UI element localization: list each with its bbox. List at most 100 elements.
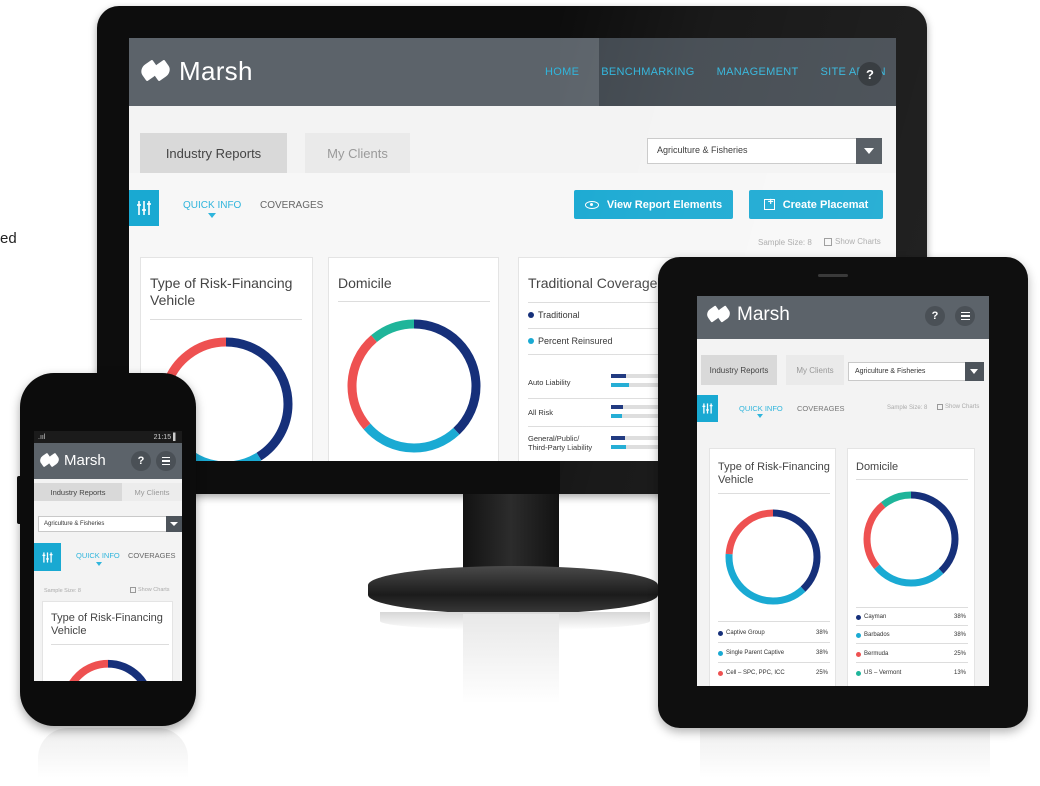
eye-icon [584,200,599,209]
chevron-down-icon [170,522,178,526]
legend-label: Single Parent Captive [726,650,785,656]
nav-management[interactable]: MANAGEMENT [717,66,799,78]
risk-vehicle-donut-chart [61,659,155,681]
risk-vehicle-donut-chart [725,509,821,605]
legend-row: US – Vermont 13% [856,670,966,676]
show-charts-toggle[interactable]: Show Charts [130,587,170,593]
industry-select[interactable]: Agriculture & Fisheries [848,362,984,381]
legend-row: Barbados 38% [856,632,966,638]
marsh-logo[interactable]: Marsh [141,56,253,86]
legend-label: Percent Reinsured [538,336,613,346]
hamburger-menu-icon[interactable] [955,306,975,326]
subtab-coverages[interactable]: COVERAGES [797,404,845,413]
marsh-logo-text: Marsh [64,452,106,469]
subtab-coverages[interactable]: COVERAGES [260,200,323,211]
create-placemat-button[interactable]: Create Placemat [749,190,883,219]
tab-industry-reports[interactable]: Industry Reports [701,355,777,385]
legend-value: 38% [953,614,966,620]
legend-value: 25% [953,651,966,657]
show-charts-toggle[interactable]: Show Charts [937,404,979,410]
nav-benchmarking[interactable]: BENCHMARKING [601,66,694,78]
legend-dot-icon [718,670,723,676]
domicile-donut-chart [347,319,481,453]
bar-traditional [611,436,625,440]
card-risk-vehicle: Type of Risk-Financing Vehicle [42,601,173,681]
dropdown-toggle[interactable] [166,516,182,532]
view-report-elements-button[interactable]: View Report Elements [574,190,733,219]
filter-sliders-icon[interactable] [129,190,159,226]
nav-home[interactable]: HOME [545,66,579,78]
legend-label: Traditional [538,310,580,320]
tab-my-clients[interactable]: My Clients [122,483,182,501]
coverage-row-label: Auto Liability [528,378,571,387]
dropdown-toggle[interactable] [856,138,882,164]
legend-dot-icon [718,630,723,636]
sample-size: Sample Size: 8 [44,588,81,594]
legend-value: 38% [815,650,828,656]
bar-reinsured [611,414,622,418]
phone-reflection [38,728,188,778]
tab-my-clients[interactable]: My Clients [305,133,410,173]
divider [718,621,830,622]
legend-percent-reinsured: Percent Reinsured [528,336,613,346]
active-subtab-indicator [96,562,102,566]
divider [718,493,830,494]
coverage-row-label: General/Public/ Third-Party Liability [528,434,593,452]
legend-row: Cayman 38% [856,614,966,620]
legend-dot-icon [528,338,534,344]
legend-label: Barbados [864,632,890,638]
card-domicile: Domicile Cayman 38% Barbados 38% Bermuda… [847,448,975,686]
subtab-quick-info[interactable]: QUICK INFO [739,404,783,413]
legend-value: 38% [953,632,966,638]
help-button[interactable]: ? [131,451,151,471]
add-box-icon [763,197,775,210]
show-charts-label: Show Charts [835,237,881,246]
legend-label: Cell – SPC, PPC, ICC [726,670,785,676]
create-placemat-label: Create Placemat [782,198,869,211]
subtab-coverages[interactable]: COVERAGES [128,551,176,560]
show-charts-toggle[interactable]: Show Charts [824,237,881,246]
subtab-quick-info[interactable]: QUICK INFO [183,200,241,211]
legend-dot-icon [528,312,534,318]
industry-select[interactable]: Agriculture & Fisheries [38,516,182,532]
marsh-logo[interactable]: Marsh [40,452,106,469]
sample-size: Sample Size: 8 [758,238,812,247]
tab-my-clients[interactable]: My Clients [786,355,844,385]
card-title: Domicile [856,461,899,473]
chevron-down-icon [970,369,978,374]
sample-size: Sample Size: 8 [887,405,928,411]
divider [338,301,490,302]
divider [718,642,830,643]
help-button[interactable]: ? [925,306,945,326]
legend-row: Cell – SPC, PPC, ICC 25% [718,670,828,676]
industry-select-value: Agriculture & Fisheries [657,145,748,155]
divider [856,625,968,626]
legend-dot-icon [856,670,861,676]
bar-traditional [611,374,626,378]
legend-label: Captive Group [726,630,765,636]
tab-industry-reports[interactable]: Industry Reports [140,133,287,173]
checkbox-icon [824,237,832,246]
divider [856,479,968,480]
card-traditional-coverage: Traditional Coverage Traditional Percent… [518,257,680,461]
marsh-logo[interactable]: Marsh [707,304,790,326]
status-time: 21:15 ▌ [153,433,178,441]
tab-industry-reports[interactable]: Industry Reports [34,483,122,501]
view-report-elements-label: View Report Elements [606,198,723,211]
industry-select[interactable]: Agriculture & Fisheries [647,138,882,164]
card-domicile: Domicile [328,257,499,461]
legend-row: Bermuda 25% [856,651,966,657]
help-button[interactable]: ? [858,62,882,86]
coverage-row-label: All Risk [528,408,554,417]
active-subtab-indicator [208,213,216,218]
dropdown-toggle[interactable] [965,362,984,381]
legend-traditional: Traditional [528,310,580,320]
subtab-quick-info[interactable]: QUICK INFO [76,551,120,560]
filter-sliders-icon[interactable] [34,543,61,571]
legend-dot-icon [856,614,861,620]
status-bar: .ııl 21:15 ▌ [34,431,182,443]
marsh-logo-icon [141,60,171,82]
filter-sliders-icon[interactable] [697,395,718,422]
hamburger-menu-icon[interactable] [156,451,176,471]
legend-dot-icon [856,632,861,638]
